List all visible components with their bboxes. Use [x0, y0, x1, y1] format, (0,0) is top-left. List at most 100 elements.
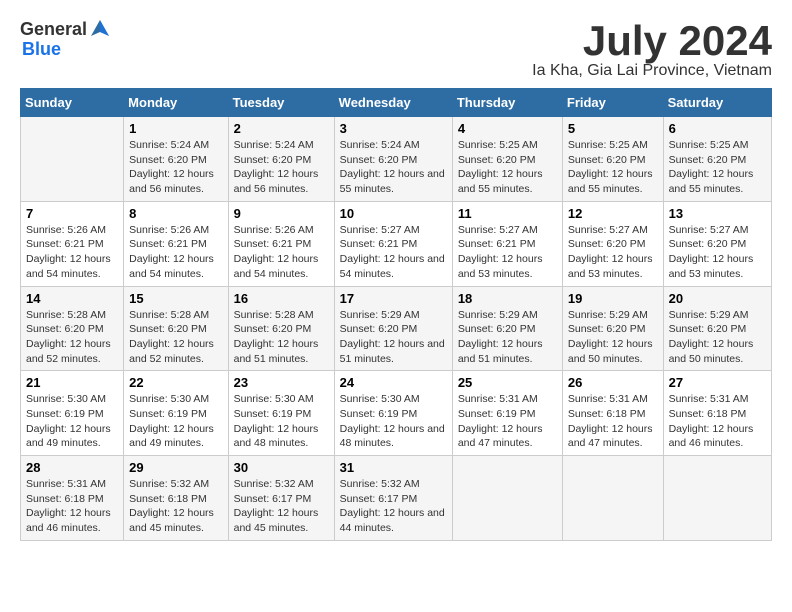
calendar-cell: 17 Sunrise: 5:29 AMSunset: 6:20 PMDayligh… — [334, 286, 452, 371]
calendar-cell: 5Sunrise: 5:25 AMSunset: 6:20 PMDaylight… — [562, 117, 663, 202]
calendar-week-1: 1 Sunrise: 5:24 AMSunset: 6:20 PMDaylight… — [21, 117, 772, 202]
logo-blue-text: Blue — [22, 40, 111, 60]
day-info: Sunrise: 5:29 AMSunset: 6:20 PMDaylight:… — [568, 308, 658, 367]
day-number: 3 — [340, 121, 447, 136]
calendar-cell: 12 Sunrise: 5:27 AMSunset: 6:20 PMDayligh… — [562, 201, 663, 286]
day-info: Sunrise: 5:26 AMSunset: 6:21 PMDaylight:… — [129, 223, 222, 282]
calendar-cell: 1Sunrise: 5:24 AMSunset: 6:20 PMDaylight… — [124, 117, 228, 202]
day-info: Sunrise: 5:31 AMSunset: 6:18 PMDaylight:… — [26, 477, 118, 536]
title-area: July 2024 Ia Kha, Gia Lai Province, Viet… — [532, 20, 772, 80]
calendar-table: SundayMondayTuesdayWednesdayThursdayFrid… — [20, 88, 772, 541]
calendar-cell: 18 Sunrise: 5:29 AMSunset: 6:20 PMDayligh… — [452, 286, 562, 371]
day-info: Sunrise: 5:29 AMSunset: 6:20 PMDaylight:… — [458, 308, 557, 367]
day-info: Sunrise: 5:32 AMSunset: 6:18 PMDaylight:… — [129, 477, 222, 536]
calendar-cell: 21Sunrise: 5:30 AMSunset: 6:19 PMDayligh… — [21, 371, 124, 456]
day-info: Sunrise: 5:30 AMSunset: 6:19 PMDaylight:… — [340, 392, 447, 451]
calendar-cell: 14 Sunrise: 5:28 AMSunset: 6:20 PMDayligh… — [21, 286, 124, 371]
day-number: 15 — [129, 291, 222, 306]
calendar-cell: 29 Sunrise: 5:32 AMSunset: 6:18 PMDayligh… — [124, 456, 228, 541]
day-info: Sunrise: 5:31 AMSunset: 6:19 PMDaylight:… — [458, 392, 557, 451]
header: General Blue July 2024 Ia Kha, Gia Lai P… — [20, 20, 772, 80]
day-number: 14 — [26, 291, 118, 306]
day-info: Sunrise: 5:27 AMSunset: 6:20 PMDaylight:… — [568, 223, 658, 282]
calendar-week-4: 21Sunrise: 5:30 AMSunset: 6:19 PMDayligh… — [21, 371, 772, 456]
day-info: Sunrise: 5:27 AMSunset: 6:21 PMDaylight:… — [458, 223, 557, 282]
day-number: 23 — [234, 375, 329, 390]
calendar-cell: 27 Sunrise: 5:31 AMSunset: 6:18 PMDayligh… — [663, 371, 771, 456]
calendar-cell: 20 Sunrise: 5:29 AMSunset: 6:20 PMDayligh… — [663, 286, 771, 371]
calendar-cell: 2 Sunrise: 5:24 AMSunset: 6:20 PMDaylight… — [228, 117, 334, 202]
month-year-title: July 2024 — [532, 20, 772, 62]
day-info: Sunrise: 5:28 AMSunset: 6:20 PMDaylight:… — [129, 308, 222, 367]
day-info: Sunrise: 5:32 AMSunset: 6:17 PMDaylight:… — [340, 477, 447, 536]
calendar-cell: 26 Sunrise: 5:31 AMSunset: 6:18 PMDayligh… — [562, 371, 663, 456]
day-info: Sunrise: 5:29 AMSunset: 6:20 PMDaylight:… — [340, 308, 447, 367]
day-number: 16 — [234, 291, 329, 306]
day-info: Sunrise: 5:25 AMSunset: 6:20 PMDaylight:… — [458, 138, 557, 197]
day-number: 22 — [129, 375, 222, 390]
day-number: 30 — [234, 460, 329, 475]
day-number: 8 — [129, 206, 222, 221]
day-info: Sunrise: 5:30 AMSunset: 6:19 PMDaylight:… — [26, 392, 118, 451]
calendar-cell: 13Sunrise: 5:27 AMSunset: 6:20 PMDayligh… — [663, 201, 771, 286]
logo: General Blue — [20, 20, 111, 60]
day-number: 29 — [129, 460, 222, 475]
calendar-cell: 22Sunrise: 5:30 AMSunset: 6:19 PMDayligh… — [124, 371, 228, 456]
day-info: Sunrise: 5:27 AMSunset: 6:21 PMDaylight:… — [340, 223, 447, 282]
calendar-cell: 28Sunrise: 5:31 AMSunset: 6:18 PMDayligh… — [21, 456, 124, 541]
location-subtitle: Ia Kha, Gia Lai Province, Vietnam — [532, 62, 772, 80]
day-number: 11 — [458, 206, 557, 221]
day-info: Sunrise: 5:31 AMSunset: 6:18 PMDaylight:… — [568, 392, 658, 451]
calendar-cell — [663, 456, 771, 541]
day-number: 12 — [568, 206, 658, 221]
day-number: 24 — [340, 375, 447, 390]
calendar-cell: 4Sunrise: 5:25 AMSunset: 6:20 PMDaylight… — [452, 117, 562, 202]
calendar-cell: 16 Sunrise: 5:28 AMSunset: 6:20 PMDayligh… — [228, 286, 334, 371]
weekday-header-friday: Friday — [562, 89, 663, 117]
day-info: Sunrise: 5:27 AMSunset: 6:20 PMDaylight:… — [669, 223, 766, 282]
calendar-cell: 15 Sunrise: 5:28 AMSunset: 6:20 PMDayligh… — [124, 286, 228, 371]
day-number: 19 — [568, 291, 658, 306]
weekday-header-monday: Monday — [124, 89, 228, 117]
weekday-header-sunday: Sunday — [21, 89, 124, 117]
day-info: Sunrise: 5:32 AMSunset: 6:17 PMDaylight:… — [234, 477, 329, 536]
day-info: Sunrise: 5:26 AMSunset: 6:21 PMDaylight:… — [26, 223, 118, 282]
day-number: 9 — [234, 206, 329, 221]
day-number: 27 — [669, 375, 766, 390]
calendar-cell: 25 Sunrise: 5:31 AMSunset: 6:19 PMDayligh… — [452, 371, 562, 456]
day-number: 6 — [669, 121, 766, 136]
day-number: 1 — [129, 121, 222, 136]
day-info: Sunrise: 5:28 AMSunset: 6:20 PMDaylight:… — [26, 308, 118, 367]
day-number: 7 — [26, 206, 118, 221]
calendar-cell: 24 Sunrise: 5:30 AMSunset: 6:19 PMDayligh… — [334, 371, 452, 456]
day-number: 25 — [458, 375, 557, 390]
day-number: 10 — [340, 206, 447, 221]
day-number: 17 — [340, 291, 447, 306]
day-info: Sunrise: 5:26 AMSunset: 6:21 PMDaylight:… — [234, 223, 329, 282]
calendar-cell: 30 Sunrise: 5:32 AMSunset: 6:17 PMDayligh… — [228, 456, 334, 541]
calendar-cell — [452, 456, 562, 541]
day-number: 18 — [458, 291, 557, 306]
day-number: 31 — [340, 460, 447, 475]
weekday-header-saturday: Saturday — [663, 89, 771, 117]
weekday-header-thursday: Thursday — [452, 89, 562, 117]
day-info: Sunrise: 5:31 AMSunset: 6:18 PMDaylight:… — [669, 392, 766, 451]
calendar-week-3: 14 Sunrise: 5:28 AMSunset: 6:20 PMDayligh… — [21, 286, 772, 371]
calendar-cell — [562, 456, 663, 541]
calendar-cell — [21, 117, 124, 202]
day-number: 2 — [234, 121, 329, 136]
header-row: SundayMondayTuesdayWednesdayThursdayFrid… — [21, 89, 772, 117]
calendar-cell: 19 Sunrise: 5:29 AMSunset: 6:20 PMDayligh… — [562, 286, 663, 371]
day-number: 5 — [568, 121, 658, 136]
logo-icon — [89, 18, 111, 40]
day-number: 20 — [669, 291, 766, 306]
day-info: Sunrise: 5:28 AMSunset: 6:20 PMDaylight:… — [234, 308, 329, 367]
calendar-cell: 7 Sunrise: 5:26 AMSunset: 6:21 PMDaylight… — [21, 201, 124, 286]
day-info: Sunrise: 5:24 AMSunset: 6:20 PMDaylight:… — [234, 138, 329, 197]
calendar-cell: 11 Sunrise: 5:27 AMSunset: 6:21 PMDayligh… — [452, 201, 562, 286]
calendar-cell: 31 Sunrise: 5:32 AMSunset: 6:17 PMDayligh… — [334, 456, 452, 541]
day-info: Sunrise: 5:29 AMSunset: 6:20 PMDaylight:… — [669, 308, 766, 367]
weekday-header-wednesday: Wednesday — [334, 89, 452, 117]
day-number: 26 — [568, 375, 658, 390]
logo-general-text: General — [20, 20, 87, 40]
